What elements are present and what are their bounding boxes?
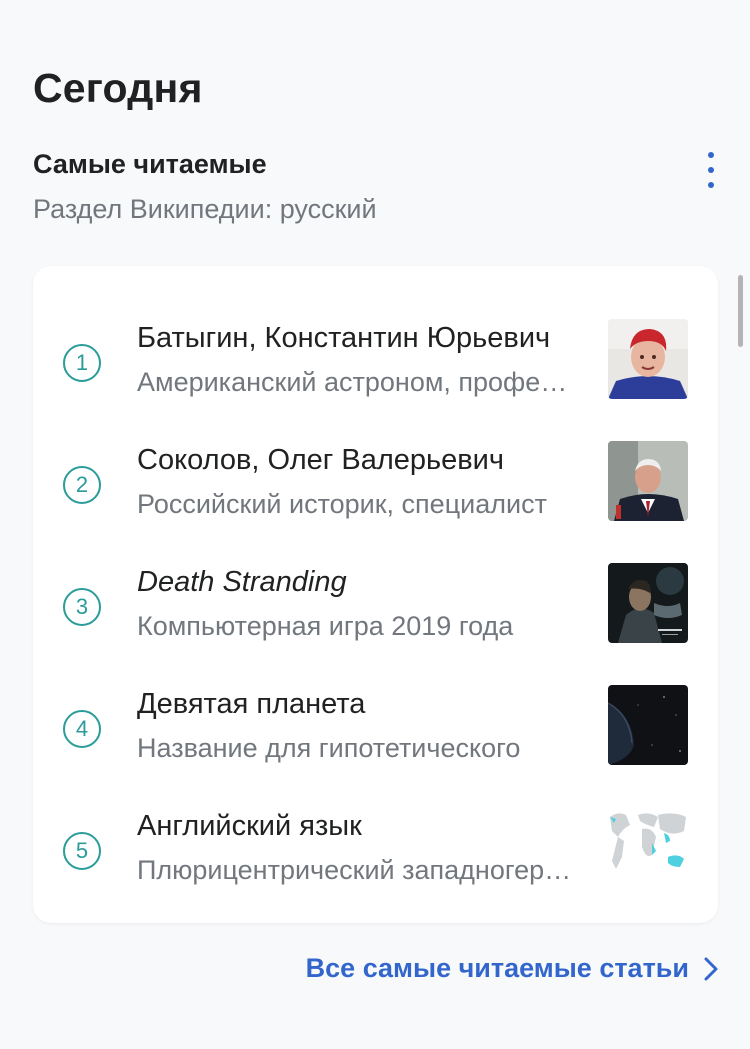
list-item[interactable]: 2 Соколов, Олег Валерьевич Российский ис… xyxy=(33,431,718,541)
article-description: Плюрицентрический западногерманский xyxy=(137,855,577,885)
list-item[interactable]: 3 Death Stranding Компьютерная игра 2019… xyxy=(33,553,718,663)
article-description: Американский астроном, профессор xyxy=(137,367,577,397)
article-title: Death Stranding xyxy=(137,566,347,598)
article-title: Девятая планета xyxy=(137,688,366,720)
menu-dot xyxy=(708,182,714,188)
chevron-right-icon xyxy=(703,956,719,982)
article-description: Название для гипотетического xyxy=(137,733,521,763)
rank-badge: 2 xyxy=(63,466,101,504)
rank-badge: 4 xyxy=(63,710,101,748)
rank-badge: 1 xyxy=(63,344,101,382)
article-title: Английский язык xyxy=(137,810,362,842)
all-most-read-link[interactable]: Все самые читаемые статьи xyxy=(306,953,719,984)
scrollbar[interactable] xyxy=(738,275,743,347)
list-item[interactable]: 4 Девятая планета Название для гипотетич… xyxy=(33,675,718,785)
article-thumbnail xyxy=(608,685,688,765)
article-description: Компьютерная игра 2019 года xyxy=(137,611,514,641)
article-thumbnail xyxy=(608,807,688,887)
article-title: Соколов, Олег Валерьевич xyxy=(137,444,504,476)
section-subtitle: Раздел Википедии: русский xyxy=(33,194,377,224)
rank-badge: 5 xyxy=(63,832,101,870)
most-read-card: 1 Батыгин, Константин Юрьевич Американск… xyxy=(33,266,718,923)
article-description: Российский историк, специалист xyxy=(137,489,547,519)
article-thumbnail xyxy=(608,441,688,521)
menu-dot xyxy=(708,167,714,173)
page-title: Сегодня xyxy=(33,65,203,111)
rank-badge: 3 xyxy=(63,588,101,626)
article-thumbnail xyxy=(608,563,688,643)
menu-dot xyxy=(708,152,714,158)
more-options-icon[interactable] xyxy=(696,150,726,190)
list-item[interactable]: 1 Батыгин, Константин Юрьевич Американск… xyxy=(33,309,718,419)
all-most-read-label: Все самые читаемые статьи xyxy=(305,953,689,983)
article-thumbnail xyxy=(608,319,688,399)
section-title: Самые читаемые xyxy=(33,149,267,179)
article-title: Батыгин, Константин Юрьевич xyxy=(137,322,551,354)
list-item[interactable]: 5 Английский язык Плюрицентрический запа… xyxy=(33,797,718,907)
